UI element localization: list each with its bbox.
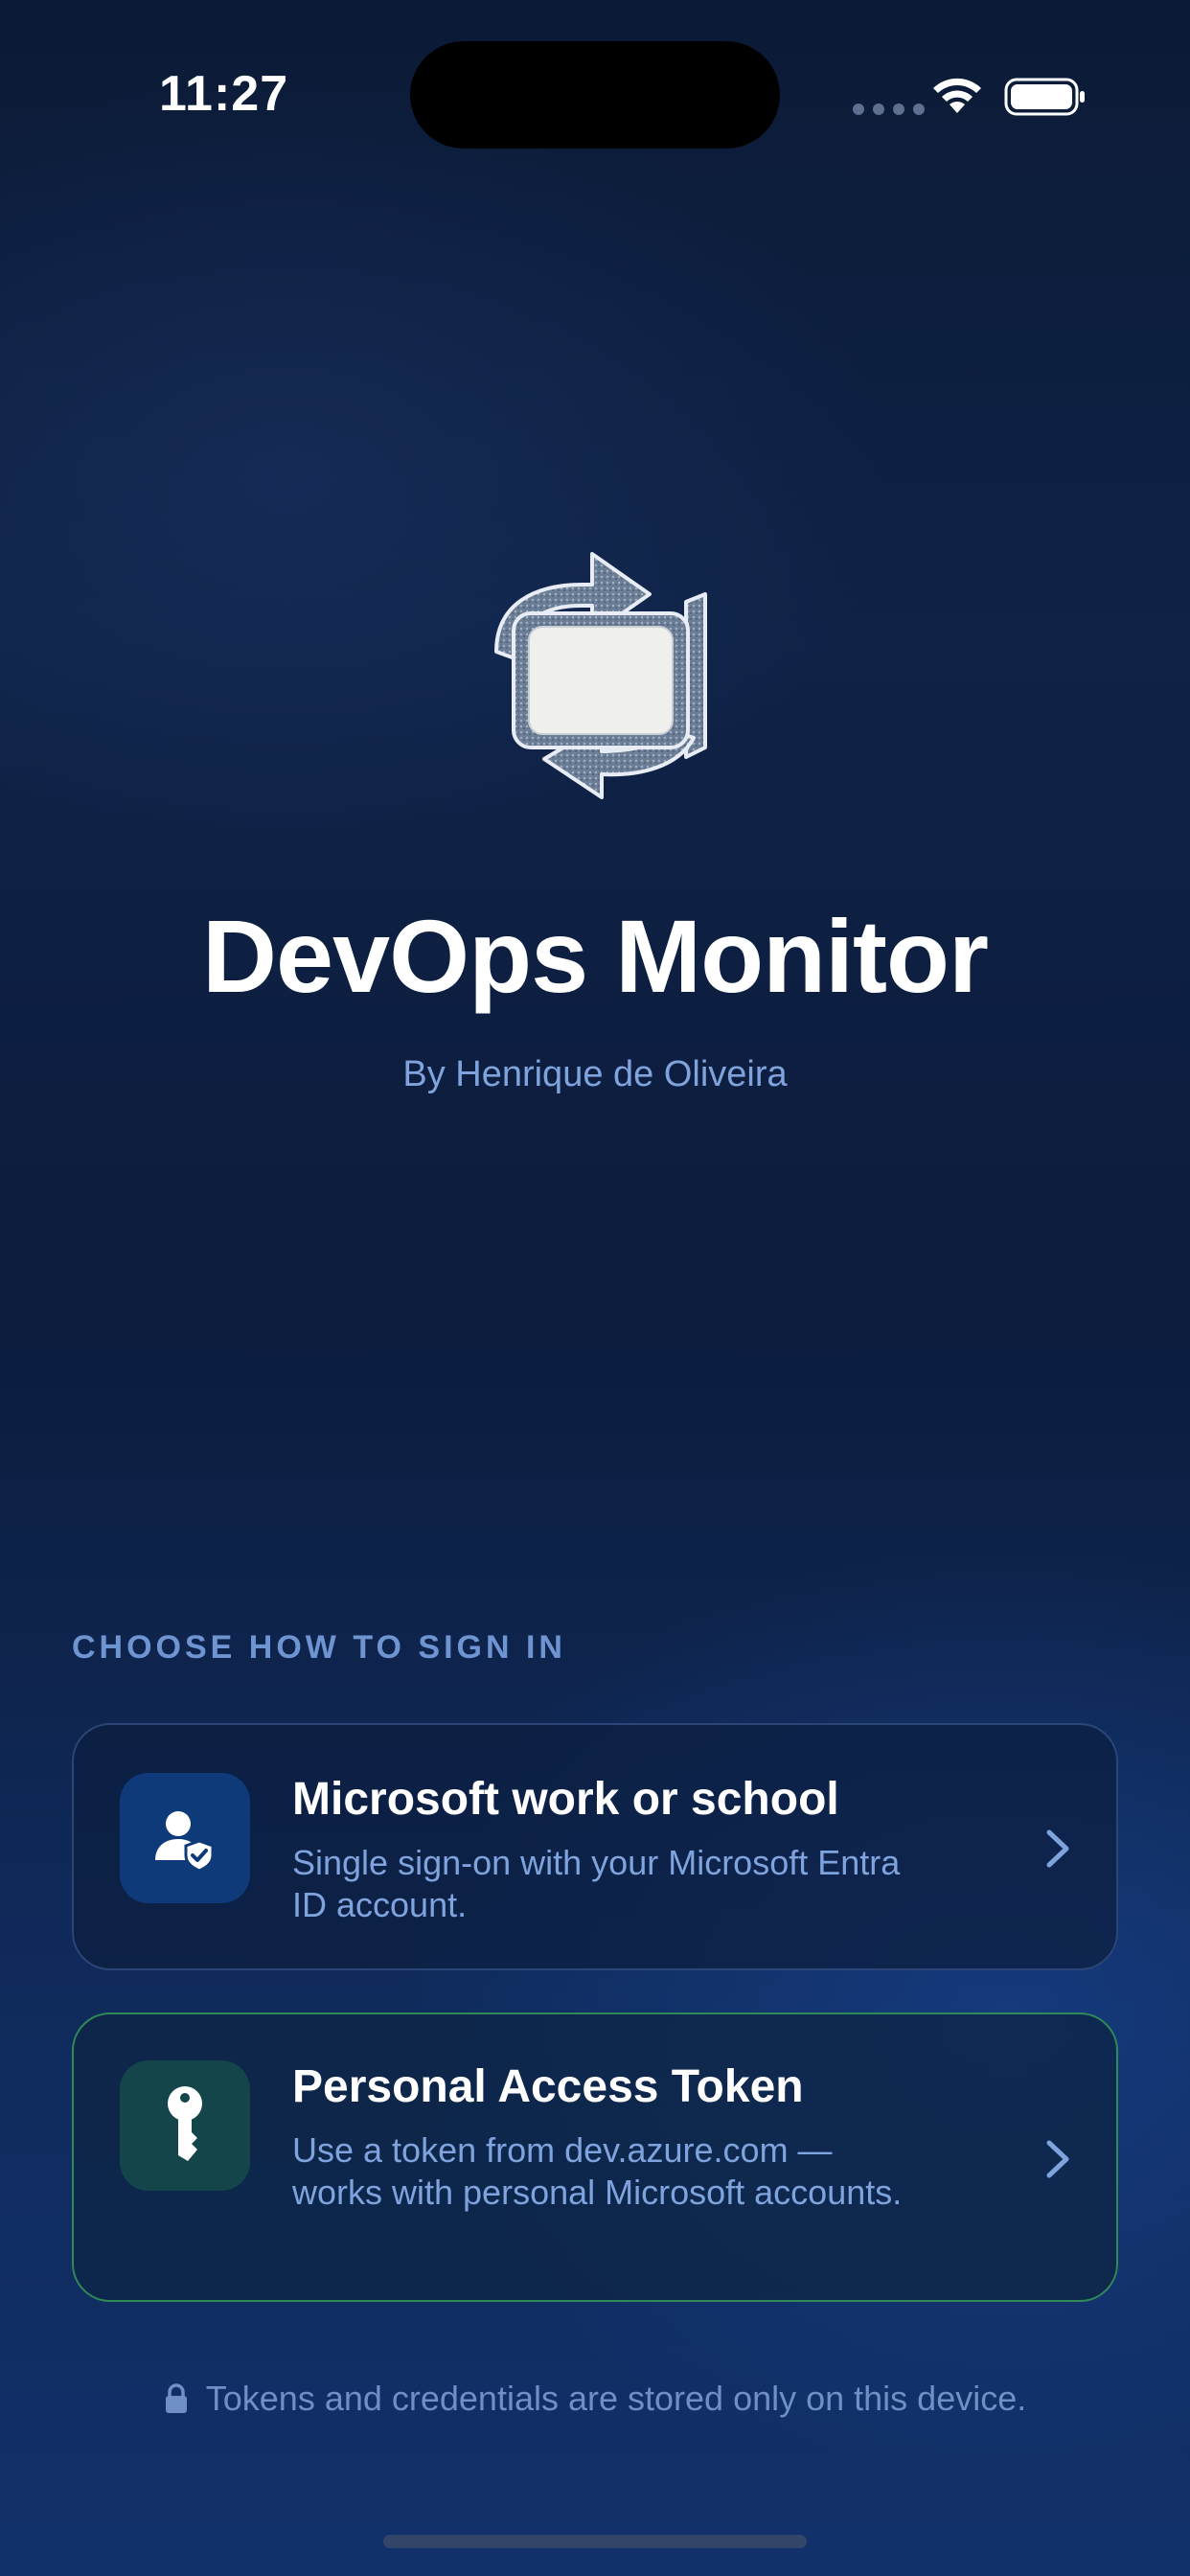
card-description: Use a token from dev.azure.com — works w… [292, 2130, 903, 2212]
chevron-right-icon [1046, 2140, 1069, 2178]
app-title: DevOps Monitor [201, 898, 989, 1014]
card-title: Microsoft work or school [292, 1774, 839, 1825]
personal-access-token-button[interactable]: Personal Access Token Use a token from d… [72, 2012, 1118, 2302]
cellular-signal-icon [853, 104, 925, 115]
status-time: 11:27 [159, 66, 289, 122]
lock-icon [165, 2383, 187, 2413]
card-title: Personal Access Token [292, 2061, 804, 2112]
footer-text: Tokens and credentials are stored only o… [205, 2379, 1027, 2418]
chevron-right-icon [1046, 1829, 1069, 1868]
sync-monitor-logo-icon [494, 552, 707, 799]
key-icon-tile [120, 2060, 250, 2191]
user-shield-icon-tile [120, 1773, 250, 1903]
battery-icon [1004, 78, 1085, 116]
user-shield-icon [155, 1811, 215, 1872]
microsoft-sign-in-button[interactable]: Microsoft work or school Single sign-on … [72, 1723, 1118, 1970]
dynamic-island [410, 41, 780, 149]
card-description: Single sign-on with your Microsoft Entra… [292, 1843, 901, 1924]
status-bar: 11:27 [0, 0, 1190, 192]
app-author: By Henrique de Oliveira [402, 1054, 788, 1094]
key-icon [168, 2086, 202, 2161]
footer-note: Tokens and credentials are stored only o… [0, 2379, 1190, 2419]
section-header: CHOOSE HOW TO SIGN IN [72, 1629, 566, 1666]
wifi-icon [933, 78, 981, 113]
home-indicator[interactable] [383, 2535, 807, 2548]
